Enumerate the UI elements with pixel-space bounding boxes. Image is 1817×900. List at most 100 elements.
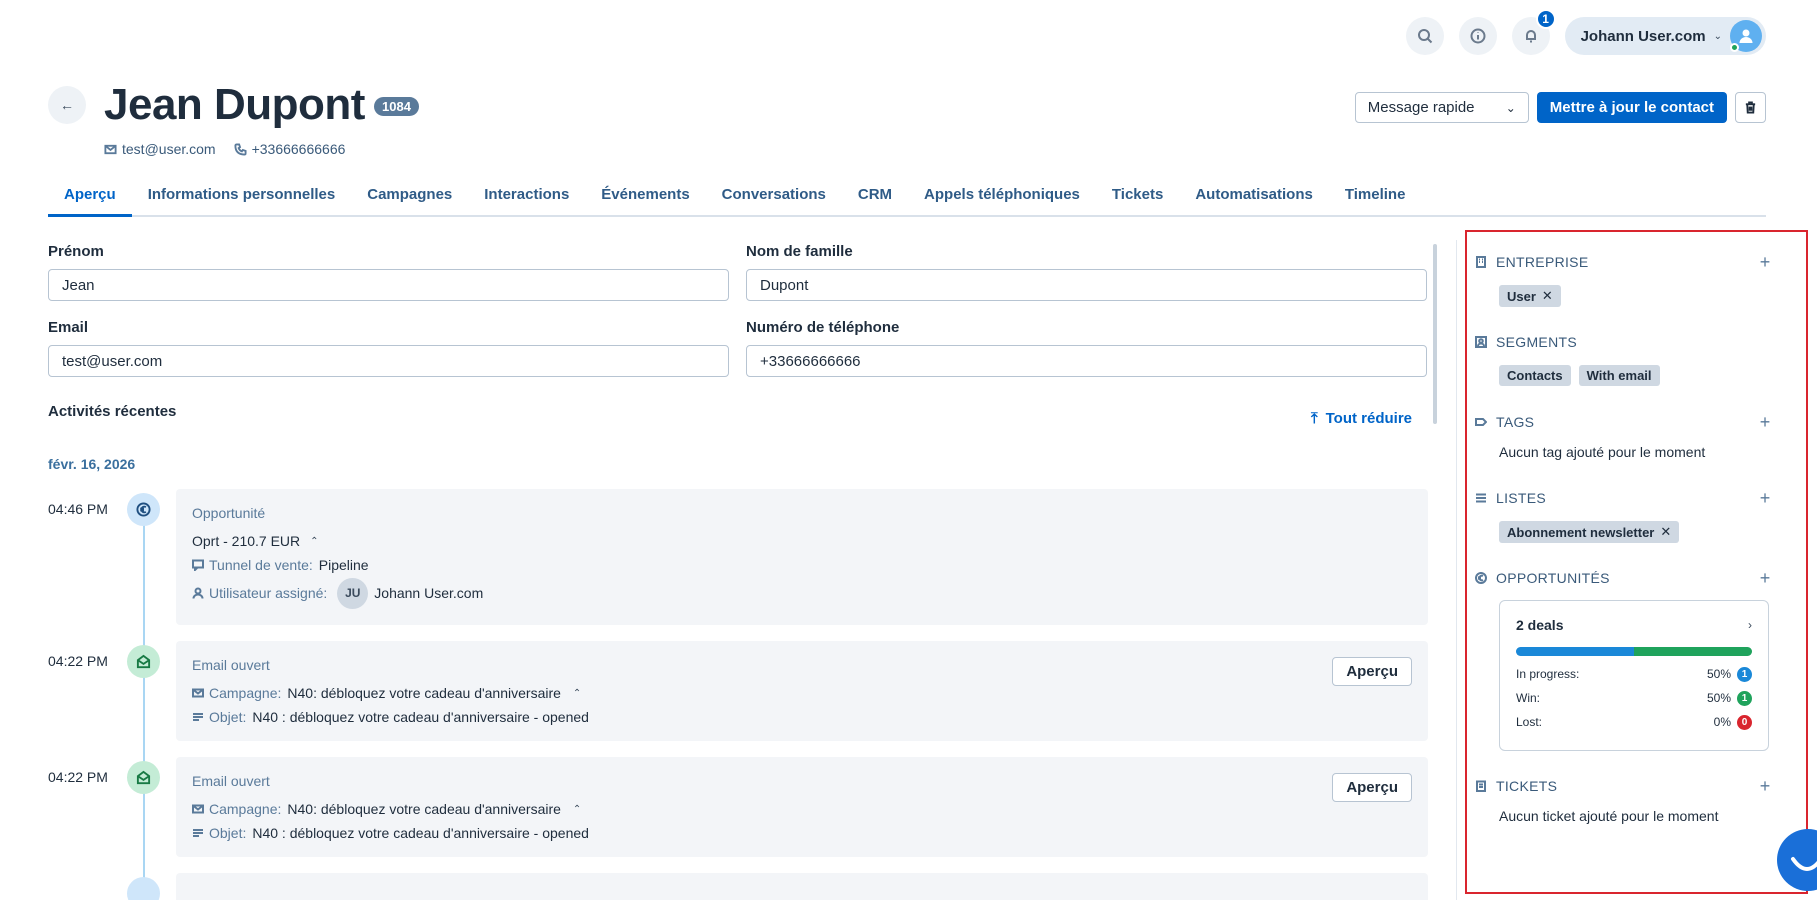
quick-message-select[interactable]: Message rapide ⌄ [1354, 92, 1529, 123]
campaign-label: Campagne: [209, 685, 282, 701]
text-lines-icon [193, 829, 203, 837]
tab-informations-personnelles[interactable]: Informations personnelles [132, 180, 352, 217]
win-label: Win: [1516, 691, 1540, 705]
tab-apercu[interactable]: Aperçu [48, 180, 132, 217]
chevron-down-icon: ⌄ [1713, 30, 1722, 42]
chat-smile-icon [1791, 857, 1817, 871]
content-scrollbar[interactable] [1433, 244, 1437, 424]
mail-open-icon [136, 654, 151, 669]
tags-title: TAGS [1496, 414, 1535, 430]
collapse-up-icon: ⤒ [1310, 410, 1318, 427]
subject-value: N40 : débloquez votre cadeau d'anniversa… [252, 825, 589, 841]
in-progress-count: 1 [1737, 666, 1752, 682]
close-icon[interactable]: ✕ [1660, 524, 1671, 540]
deals-win-row: Win: 50% 1 [1516, 686, 1752, 710]
tickets-title: TICKETS [1496, 778, 1558, 794]
campaign-row[interactable]: Campagne: N40: débloquez votre cadeau d'… [192, 797, 1412, 821]
user-menu[interactable]: Johann User.com ⌄ [1564, 17, 1766, 55]
tab-conversations[interactable]: Conversations [706, 180, 842, 217]
tab-automatisations[interactable]: Automatisations [1179, 180, 1329, 217]
notifications-button[interactable]: 1 [1511, 9, 1556, 55]
campaign-value: N40: débloquez votre cadeau d'anniversai… [287, 685, 561, 701]
back-button[interactable]: ← [48, 86, 86, 124]
activity-time: 04:46 PM [48, 501, 108, 517]
subject-label: Objet: [209, 825, 247, 841]
contact-phone[interactable]: +33666666666 [234, 141, 345, 157]
lost-pct: 0% [1713, 715, 1731, 729]
segment-chip[interactable]: With email [1578, 365, 1660, 386]
opportunity-headline-row[interactable]: Oprt - 210.7 EUR ⌃ [192, 529, 1412, 553]
mail-icon [104, 144, 117, 154]
contact-meta: test@user.com +33666666666 [104, 141, 345, 157]
deals-progress-bar [1516, 647, 1752, 656]
tab-campagnes[interactable]: Campagnes [351, 180, 468, 217]
search-button[interactable] [1405, 17, 1444, 55]
timeline-line [143, 515, 145, 900]
tab-crm[interactable]: CRM [842, 180, 908, 217]
opportunity-dot [127, 493, 160, 526]
tab-evenements[interactable]: Événements [585, 180, 705, 217]
deals-in-progress-row: In progress: 50% 1 [1516, 662, 1752, 686]
list-icon [1476, 493, 1486, 503]
activity-kind: Email ouvert [192, 657, 270, 673]
info-icon [1470, 28, 1486, 44]
preview-button[interactable]: Aperçu [1332, 773, 1412, 802]
company-chip-label: User [1507, 288, 1536, 304]
deals-summary-card[interactable]: 2 deals › In progress: 50% 1 Win: 50% 1 … [1499, 600, 1769, 751]
tab-tickets[interactable]: Tickets [1096, 180, 1179, 217]
tab-interactions[interactable]: Interactions [468, 180, 585, 217]
preview-button[interactable]: Aperçu [1332, 657, 1412, 686]
add-tag-button[interactable]: + [1755, 412, 1775, 433]
activity-card-opportunity: Opportunité Oprt - 210.7 EUR ⌃ Tunnel de… [176, 489, 1428, 625]
collapse-all-button[interactable]: ⤒ Tout réduire [1311, 410, 1412, 427]
email-field[interactable]: test@user.com [48, 345, 729, 377]
tab-timeline[interactable]: Timeline [1329, 180, 1422, 217]
update-contact-button[interactable]: Mettre à jour le contact [1536, 92, 1727, 123]
subject-label: Objet: [209, 709, 247, 725]
chevron-right-icon[interactable]: › [1748, 618, 1752, 632]
activity-card-email: Email ouvert Campagne: N40: débloquez vo… [176, 641, 1428, 741]
delete-button[interactable] [1735, 92, 1766, 123]
company-chip[interactable]: User ✕ [1499, 285, 1561, 307]
activity-date: févr. 16, 2026 [48, 456, 136, 472]
campaign-row[interactable]: Campagne: N40: débloquez votre cadeau d'… [192, 681, 1412, 705]
last-name-field[interactable]: Dupont [746, 269, 1427, 301]
tab-appels-telephoniques[interactable]: Appels téléphoniques [908, 180, 1096, 217]
online-status-dot [1730, 43, 1739, 52]
list-chip[interactable]: Abonnement newsletter ✕ [1499, 521, 1680, 543]
contact-email[interactable]: test@user.com [104, 141, 216, 157]
contact-email-text: test@user.com [122, 141, 216, 157]
last-name-label: Nom de famille [746, 243, 853, 260]
top-bar: 1 Johann User.com ⌄ [1405, 9, 1766, 55]
close-icon[interactable]: ✕ [1542, 288, 1553, 304]
add-company-button[interactable]: + [1755, 252, 1775, 273]
activity-card-partial [176, 873, 1428, 900]
page-title: Jean Dupont [104, 80, 365, 129]
deals-bar-win [1634, 647, 1752, 656]
timeline-dot [127, 877, 160, 900]
activity-time: 04:22 PM [48, 653, 108, 669]
campaign-label: Campagne: [209, 801, 282, 817]
recent-activities-title: Activités récentes [48, 403, 177, 420]
user-name: Johann User.com [1580, 27, 1706, 45]
subject-value: N40 : débloquez votre cadeau d'anniversa… [252, 709, 589, 725]
email-opened-dot [127, 761, 160, 794]
first-name-field[interactable]: Jean [48, 269, 729, 301]
mail-icon [192, 688, 204, 698]
add-opportunity-button[interactable]: + [1755, 568, 1775, 589]
chevron-down-icon: ⌄ [1505, 100, 1516, 115]
bell-icon [1525, 30, 1536, 43]
deals-bar-in-progress [1516, 647, 1634, 656]
notification-count-badge: 1 [1535, 9, 1556, 29]
phone-field[interactable]: +33666666666 [746, 345, 1427, 377]
contact-id-badge: 1084 [374, 97, 419, 116]
lists-title: LISTES [1496, 490, 1547, 506]
company-section: ENTREPRISE + User ✕ [1475, 252, 1775, 307]
collapse-all-label: Tout réduire [1325, 410, 1412, 427]
chevron-up-icon: ⌃ [572, 803, 582, 815]
add-list-button[interactable]: + [1755, 488, 1775, 509]
segments-section: SEGMENTS Contacts With email [1475, 332, 1775, 386]
add-ticket-button[interactable]: + [1755, 776, 1775, 797]
segment-chip[interactable]: Contacts [1499, 365, 1571, 386]
info-button[interactable] [1458, 17, 1497, 55]
